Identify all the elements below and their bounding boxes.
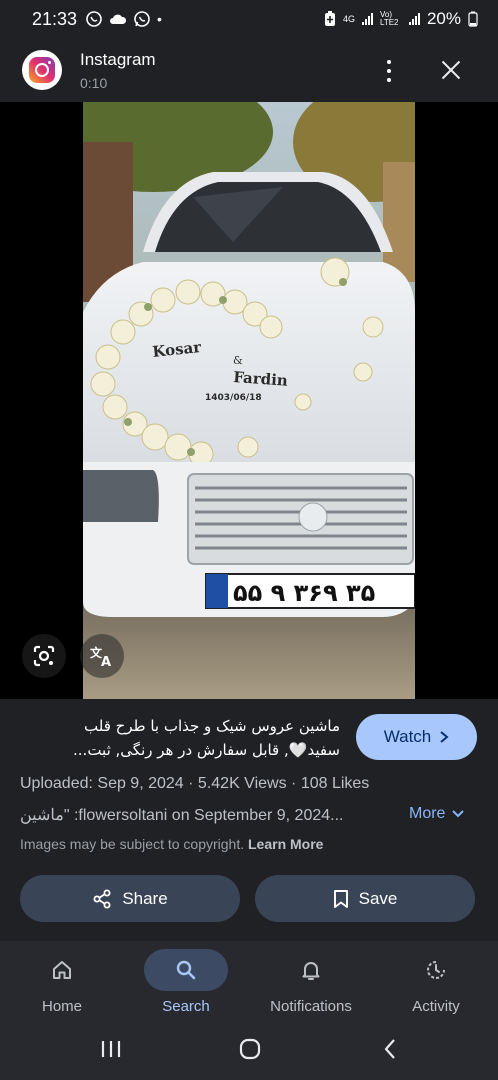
system-navigation-bar (0, 1026, 498, 1080)
more-label: More (409, 805, 446, 822)
learn-more-link[interactable]: Learn More (248, 836, 323, 852)
view-count: 5.42K Views (197, 775, 287, 792)
save-button[interactable]: Save (255, 875, 475, 922)
save-label: Save (358, 888, 398, 908)
close-icon[interactable] (438, 57, 464, 83)
nav-home[interactable]: Home (0, 941, 124, 1026)
home-button[interactable] (230, 1036, 270, 1062)
copyright-notice: Images may be subject to copyright. Lear… (20, 836, 323, 852)
home-circle-icon (239, 1038, 261, 1060)
chevron-right-icon (440, 731, 449, 743)
signal-icon-2 (408, 13, 420, 25)
video-duration: 0:10 (80, 74, 108, 91)
photo-date: 1403/06/18 (205, 393, 262, 403)
nav-notifications-label: Notifications (270, 998, 352, 1015)
result-image[interactable]: Kosar & Fardin 1403/06/18 ۵۵ ۹ ۳۶۹ ۳۵ (83, 102, 415, 699)
media-preview[interactable]: Kosar & Fardin 1403/06/18 ۵۵ ۹ ۳۶۹ ۳۵ 文 (0, 102, 498, 699)
more-options-icon[interactable] (381, 58, 397, 84)
status-right-icons: 4G Vo) LTE2 20% (324, 9, 478, 29)
status-bar: 21:33 • 4G Vo) LTE2 20% (0, 0, 498, 38)
lens-icon (33, 645, 55, 667)
viewer-header: Instagram 0:10 (0, 38, 498, 102)
share-icon (93, 889, 111, 908)
watch-label: Watch (383, 727, 432, 746)
license-plate: ۵۵ ۹ ۳۶۹ ۳۵ (233, 579, 375, 607)
network-type: 4G (342, 13, 355, 24)
home-icon (53, 961, 71, 979)
upload-date: Uploaded: Sep 9, 2024 (20, 775, 184, 792)
bookmark-icon (333, 889, 348, 908)
caption-line-1: ماشین عروس شیک و جذاب با طرح قلب (84, 717, 340, 735)
photo-amp: & (233, 354, 243, 367)
activity-icon (427, 961, 445, 979)
result-caption: ماشین عروس شیک و جذاب با طرح قلب سفید🤍, … (20, 714, 340, 762)
like-count: 108 Likes (300, 775, 370, 792)
more-button[interactable]: More (409, 805, 465, 823)
google-lens-button[interactable] (22, 634, 66, 678)
source-title: Instagram (80, 49, 156, 69)
watch-button[interactable]: Watch (356, 714, 477, 760)
copyright-text: Images may be subject to copyright. (20, 836, 245, 852)
dot-icon: • (157, 11, 162, 27)
share-button[interactable]: Share (20, 875, 240, 922)
nav-activity-label: Activity (412, 998, 460, 1015)
back-button[interactable] (370, 1036, 410, 1062)
whatsapp-icon (134, 11, 150, 27)
recent-apps-button[interactable] (91, 1036, 131, 1062)
nav-search[interactable]: Search (124, 941, 248, 1026)
source-text: ماشین" :flowersoltani on September 9, 20… (20, 807, 344, 824)
photo-name2: Fardin (233, 368, 289, 390)
translate-button[interactable]: 文A (80, 634, 124, 678)
status-time: 21:33 (32, 8, 78, 29)
bottom-navigation: Home Search Notifications Activity (0, 941, 498, 1026)
nav-home-label: Home (41, 998, 82, 1015)
battery-percent: 20% (426, 9, 461, 28)
result-meta: Uploaded: Sep 9, 2024 · 5.42K Views · 10… (20, 775, 370, 792)
bell-icon (302, 962, 320, 980)
cloud-icon (110, 14, 127, 24)
caption-line-2: سفید🤍, قابل سفارش در هر رنگی, ثبت... (73, 741, 340, 759)
recents-icon (101, 1041, 121, 1057)
instagram-logo-icon (22, 50, 62, 90)
wedding-car-image: Kosar & Fardin 1403/06/18 ۵۵ ۹ ۳۶۹ ۳۵ (83, 102, 415, 699)
battery-saver-icon (324, 11, 335, 26)
search-icon (176, 960, 196, 980)
chevron-down-icon (452, 810, 465, 818)
svg-text:A: A (101, 655, 111, 668)
status-notification-icons: • (85, 10, 162, 28)
signal-icon (361, 13, 373, 25)
translate-icon: 文A (90, 645, 111, 668)
nav-activity[interactable]: Activity (374, 941, 498, 1026)
battery-icon (468, 11, 478, 27)
whatsapp-business-icon (86, 11, 102, 27)
volte-label: Vo) LTE2 (379, 10, 399, 27)
back-icon (384, 1039, 395, 1059)
share-label: Share (122, 888, 168, 908)
nav-notifications[interactable]: Notifications (249, 941, 373, 1026)
nav-search-label: Search (162, 998, 210, 1015)
